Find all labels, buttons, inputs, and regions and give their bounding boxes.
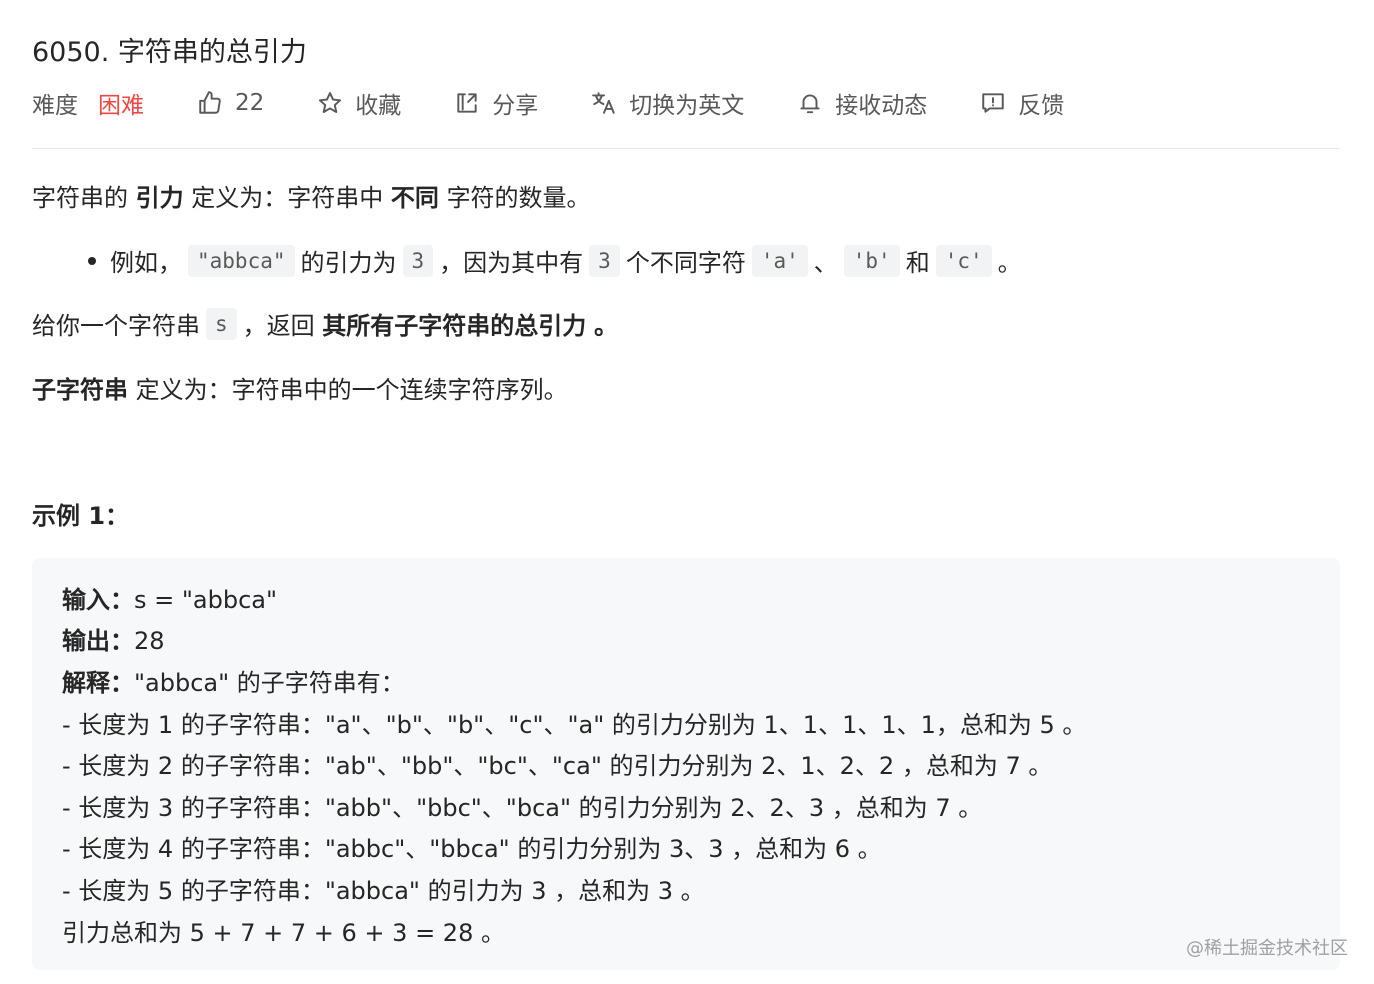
inline-code: 'b' — [843, 244, 900, 277]
text: 、 — [813, 249, 838, 277]
input-value: s = "abbca" — [134, 586, 278, 614]
subscribe-label: 接收动态 — [835, 93, 928, 119]
problem-title: 6050. 字符串的总引力 — [32, 37, 307, 68]
explanation-line: 引力总和为 5 + 7 + 7 + 6 + 3 = 28 。 — [62, 919, 505, 947]
text: 例如， — [110, 249, 182, 277]
text: ，因为其中有 — [439, 249, 584, 277]
thumbs-up-icon — [199, 91, 221, 114]
text: 的引力为 — [300, 249, 397, 277]
problem-toolbar: 难度 困难 22 收藏 分享 切换为英文 接收动态 反馈 — [32, 82, 1117, 124]
text: 。 — [593, 312, 618, 340]
example-bullet: 例如， "abbca" 的引力为 3 ，因为其中有 3 个不同字符 'a' 、 … — [82, 243, 1022, 278]
subscribe-button[interactable]: 接收动态 — [797, 86, 927, 120]
favorite-button[interactable]: 收藏 — [317, 86, 401, 120]
explanation-line: - 长度为 1 的子字符串："a"、"b"、"b"、"c"、"a" 的引力分别为… — [62, 711, 1087, 739]
explanation-line: - 长度为 3 的子字符串："abb"、"bbc"、"bca" 的引力分别为 2… — [62, 794, 983, 822]
text: 定义为：字符串中 — [191, 184, 384, 212]
inline-code: s — [206, 307, 237, 340]
feedback-button[interactable]: 反馈 — [980, 86, 1064, 120]
bold-term: 其所有子字符串的总引力 — [322, 312, 587, 340]
bold-term: 不同 — [390, 184, 439, 212]
explanation-line: - 长度为 4 的子字符串："abbc"、"bbca" 的引力分别为 3、3 ，… — [62, 835, 882, 863]
feedback-label: 反馈 — [1018, 93, 1065, 119]
watermark: @稀土掘金技术社区 — [1186, 938, 1348, 959]
share-icon — [457, 93, 477, 113]
like-count: 22 — [235, 90, 265, 116]
explain-label: 解释： — [62, 669, 134, 697]
inline-code: "abbca" — [188, 244, 295, 277]
header-divider — [32, 148, 1340, 149]
translate-label: 切换为英文 — [629, 93, 745, 119]
text: 定义为：字符串中的一个连续字符序列。 — [135, 376, 568, 404]
description-paragraph-1: 字符串的 引力 定义为：字符串中 不同 字符的数量。 — [32, 178, 591, 213]
explanation-line: - 长度为 2 的子字符串："ab"、"bb"、"bc"、"ca" 的引力分别为… — [62, 752, 1053, 780]
output-label: 输出： — [62, 627, 134, 655]
share-label: 分享 — [492, 93, 539, 119]
text: 字符的数量。 — [446, 184, 591, 212]
bold-term: 引力 — [135, 184, 184, 212]
inline-code: 3 — [402, 244, 434, 277]
text: 给你一个字符串 — [32, 312, 200, 340]
explain-value: "abbca" 的子字符串有： — [134, 669, 405, 697]
example-title: 示例 1： — [32, 502, 130, 530]
explanation-line: - 长度为 5 的子字符串："abbca" 的引力为 3 ，总和为 3 。 — [62, 877, 705, 905]
bell-icon — [800, 94, 820, 114]
example-output: 输出：28 — [62, 621, 165, 656]
translate-icon — [592, 92, 616, 114]
text: ，返回 — [242, 312, 315, 340]
text: 字符串的 — [32, 184, 128, 212]
inline-code: 'a' — [751, 244, 808, 277]
description-paragraph-2: 给你一个字符串 s ，返回 其所有子字符串的总引力 。 — [32, 306, 618, 341]
inline-code: 'c' — [935, 244, 992, 277]
text: 。 — [997, 249, 1022, 277]
text: 个不同字符 — [625, 249, 746, 277]
difficulty-badge: 困难 — [98, 93, 144, 119]
inline-code: 3 — [589, 244, 620, 277]
feedback-icon — [982, 93, 1005, 113]
difficulty: 难度 困难 — [32, 86, 144, 120]
bold-term: 子字符串 — [32, 376, 128, 404]
bullet-dot — [88, 256, 96, 265]
example-block: 输入：s = "abbca" 输出：28 解释："abbca" 的子字符串有： … — [32, 558, 1340, 970]
description-paragraph-3: 子字符串 定义为：字符串中的一个连续字符序列。 — [32, 370, 568, 405]
star-icon — [319, 92, 342, 113]
share-button[interactable]: 分享 — [454, 86, 538, 120]
like-button[interactable]: 22 — [197, 90, 264, 116]
translate-button[interactable]: 切换为英文 — [591, 86, 744, 120]
text: 和 — [905, 249, 930, 277]
example-explanation: 解释："abbca" 的子字符串有： — [62, 663, 405, 698]
output-value: 28 — [134, 627, 165, 655]
input-label: 输入： — [62, 586, 134, 614]
favorite-label: 收藏 — [355, 93, 402, 119]
difficulty-label: 难度 — [32, 93, 78, 119]
example-input: 输入：s = "abbca" — [62, 580, 277, 615]
